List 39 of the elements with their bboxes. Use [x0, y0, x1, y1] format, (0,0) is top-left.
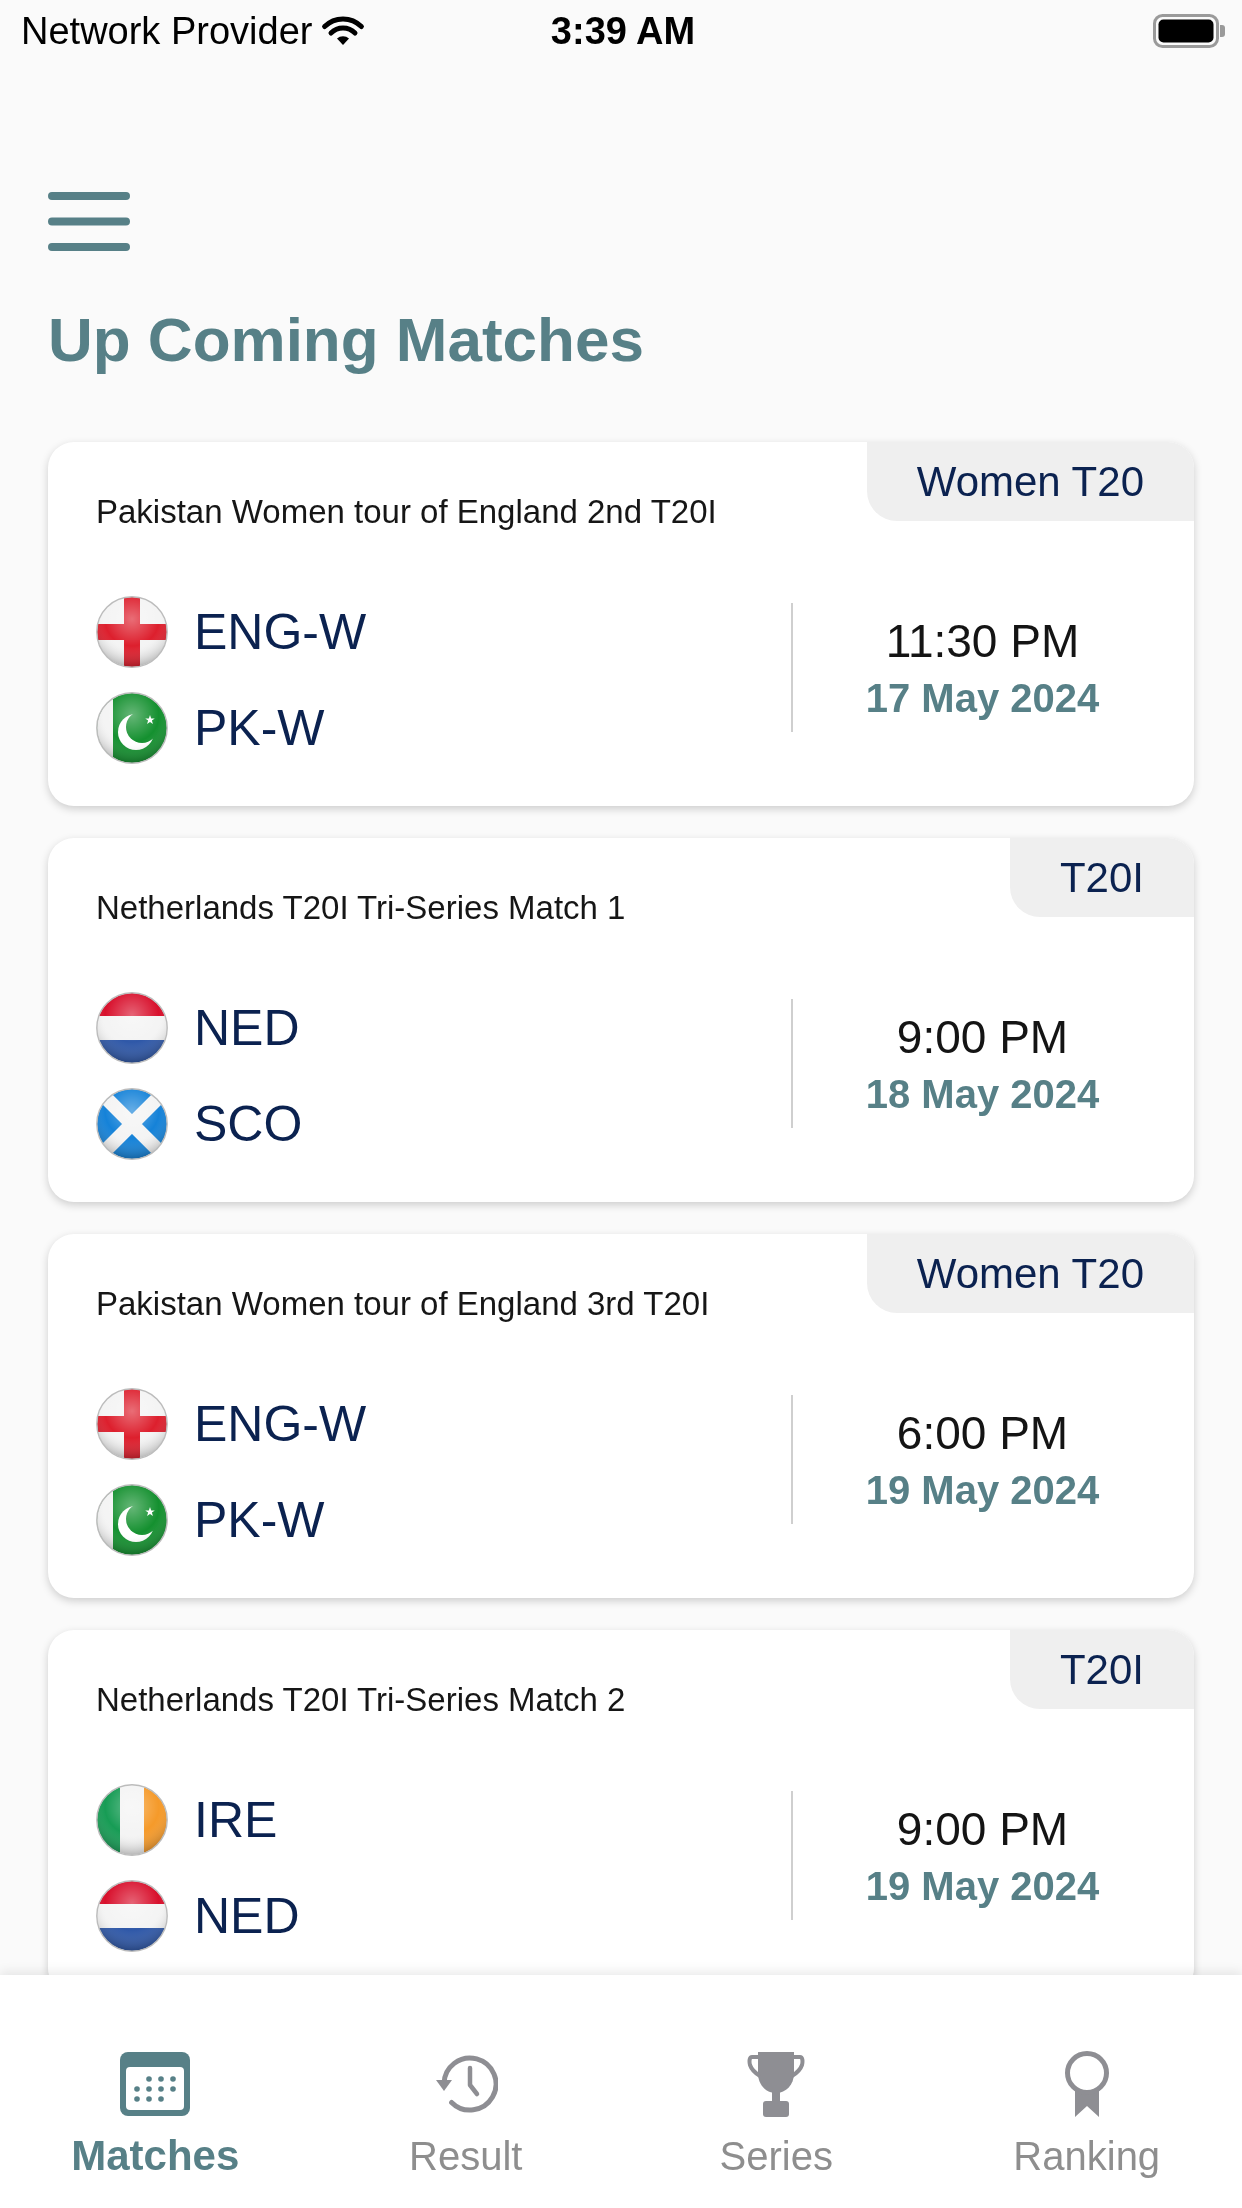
match-time: 6:00 PM — [896, 1406, 1069, 1462]
match-card[interactable]: Women T20 Pakistan Women tour of England 2nd T20I ENG-W PK-W 11:30 PM 17 May 2024 — [48, 442, 1194, 807]
match-format-tag: Women T20 — [866, 442, 1194, 522]
team-name: SCO — [194, 1095, 303, 1155]
match-title: Pakistan Women tour of England 2nd T20I — [96, 492, 717, 533]
history-icon — [433, 2055, 498, 2113]
menu-icon — [48, 192, 130, 251]
match-format-tag: Women T20 — [866, 1234, 1194, 1314]
match-format-tag: T20I — [1009, 1630, 1194, 1710]
team-name: IRE — [194, 1791, 278, 1851]
award-ribbon-icon — [1062, 2051, 1111, 2117]
match-title: Netherlands T20I Tri-Series Match 2 — [96, 1680, 626, 1721]
team-name: NED — [194, 999, 300, 1059]
match-title: Netherlands T20I Tri-Series Match 1 — [96, 888, 626, 929]
trophy-icon — [747, 2051, 806, 2117]
match-time: 9:00 PM — [896, 1010, 1069, 1066]
match-date: 17 May 2024 — [865, 675, 1100, 723]
match-time: 9:00 PM — [896, 1802, 1069, 1858]
team-name: ENG-W — [194, 1395, 367, 1455]
menu-button[interactable] — [48, 192, 130, 251]
match-card[interactable]: T20I Netherlands T20I Tri-Series Match 2 IRE NED 9:00 PM 19 May 2024 — [48, 1630, 1194, 1975]
match-card[interactable]: Women T20 Pakistan Women tour of England 3rd T20I ENG-W PK-W 6:00 PM 19 May 2024 — [48, 1234, 1194, 1599]
match-date: 18 May 2024 — [865, 1071, 1100, 1119]
team-name: NED — [194, 1887, 300, 1947]
match-time: 11:30 PM — [885, 614, 1080, 670]
match-date: 19 May 2024 — [865, 1467, 1100, 1515]
page-title: Up Coming Matches — [48, 304, 645, 376]
carrier-name: Network Provider — [21, 9, 313, 53]
calendar-icon — [120, 2052, 191, 2116]
team-name: ENG-W — [194, 603, 367, 663]
battery-icon — [1153, 14, 1225, 48]
nav-tab[interactable]: Matches — [71, 2051, 240, 2181]
team-name: PK-W — [194, 1491, 325, 1551]
match-date: 19 May 2024 — [865, 1863, 1100, 1911]
match-format-tag: T20I — [1009, 838, 1194, 918]
match-card[interactable]: T20I Netherlands T20I Tri-Series Match 1 NED SCO 9:00 PM 18 May 2024 — [48, 838, 1194, 1203]
team-name: PK-W — [194, 699, 325, 759]
match-title: Pakistan Women tour of England 3rd T20I — [96, 1284, 710, 1325]
clock-time: 3:39 AM — [550, 9, 696, 53]
